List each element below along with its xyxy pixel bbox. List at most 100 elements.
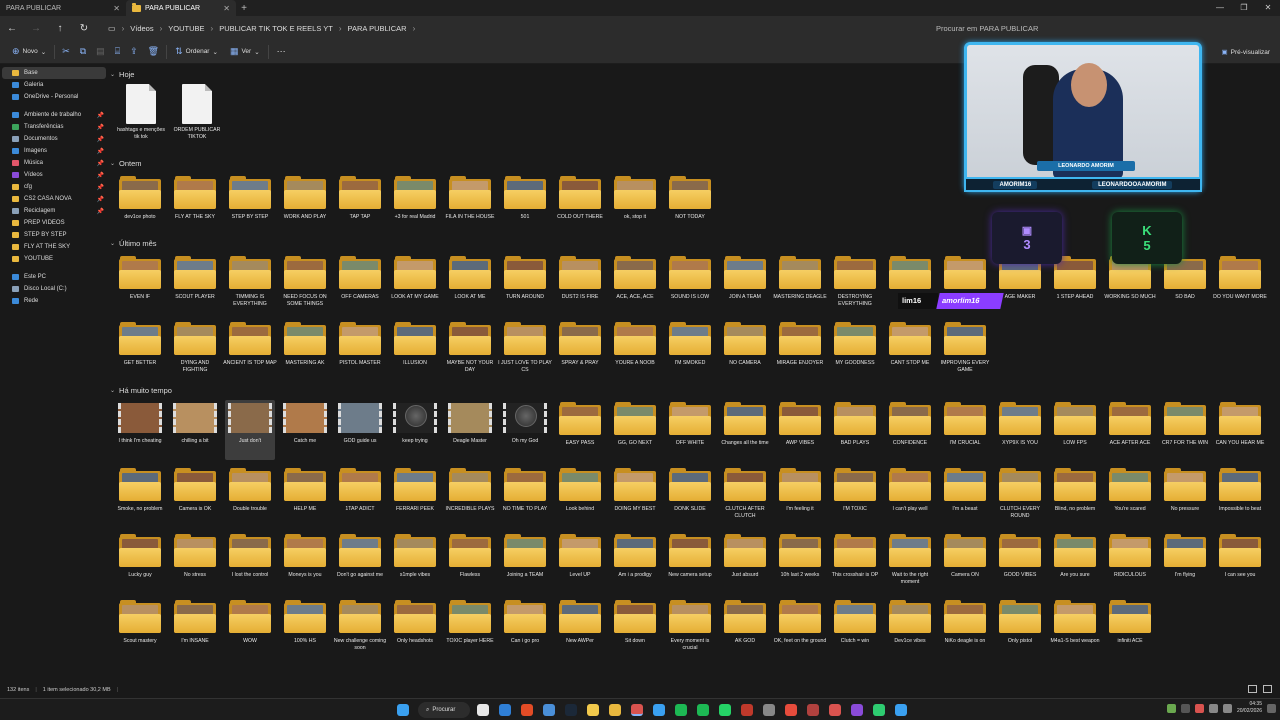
folder-item[interactable]: ok, stop it <box>610 174 660 234</box>
folder-item[interactable]: TURN AROUND <box>500 254 550 314</box>
folder-item[interactable]: Scout mastery <box>115 598 165 658</box>
folder-item[interactable]: Clutch = win <box>830 598 880 658</box>
breadcrumb-item[interactable]: Vídeos <box>130 24 153 33</box>
folder-item[interactable]: Moneys is you <box>280 532 330 592</box>
folder-item[interactable]: LOOK AT MY GAME <box>390 254 440 314</box>
video-file[interactable]: Catch me <box>280 400 330 460</box>
folder-item[interactable]: SCOUT PLAYER <box>170 254 220 314</box>
start-icon[interactable] <box>397 704 409 716</box>
folder-item[interactable]: WOW <box>225 598 275 658</box>
folder-item[interactable]: Camera ON <box>940 532 990 592</box>
folder-item[interactable]: I'm flying <box>1160 532 1210 592</box>
taskbar-app-icon[interactable] <box>521 704 533 716</box>
folder-item[interactable]: I lost the control <box>225 532 275 592</box>
maximize-icon[interactable]: ❐ <box>1232 0 1256 16</box>
folder-item[interactable]: XYP9X IS YOU <box>995 400 1045 460</box>
folder-item[interactable]: Changes all the time <box>720 400 770 460</box>
folder-item[interactable]: No stress <box>170 532 220 592</box>
folder-item[interactable]: AK GOD <box>720 598 770 658</box>
share-button[interactable]: ⇪ <box>125 40 143 64</box>
pin-icon[interactable]: 📌 <box>97 196 104 203</box>
folder-item[interactable]: DESTROYING EVERYTHING <box>830 254 880 314</box>
monitor-icon[interactable]: ▭ <box>108 24 116 33</box>
volume-icon[interactable] <box>1222 703 1232 713</box>
folder-item[interactable]: WORK AND PLAY <box>280 174 330 234</box>
folder-item[interactable]: NEED FOCUS ON SOME THINGS <box>280 254 330 314</box>
folder-item[interactable]: LOOK AT ME <box>445 254 495 314</box>
sidebar-item[interactable]: Imagens 📌 <box>0 145 108 157</box>
folder-item[interactable]: Smoke, no problem <box>115 466 165 526</box>
video-file[interactable]: Oh my God <box>500 400 550 460</box>
folder-item[interactable]: TIMMING IS EVERYTHING <box>225 254 275 314</box>
up-icon[interactable]: ↑ <box>48 23 72 34</box>
tray-app-icon[interactable] <box>1194 703 1204 713</box>
tray-app-icon[interactable] <box>1166 703 1176 713</box>
folder-item[interactable]: ACE, ACE, ACE <box>610 254 660 314</box>
folder-item[interactable]: CANT STOP ME <box>885 320 935 380</box>
taskbar-app-icon[interactable] <box>653 704 665 716</box>
pin-icon[interactable]: 📌 <box>97 112 104 119</box>
video-file[interactable]: Deagle Master <box>445 400 495 460</box>
folder-item[interactable]: INCREDIBLE PLAYS <box>445 466 495 526</box>
clock[interactable]: 04:35 20/02/2026 <box>1237 701 1262 715</box>
folder-item[interactable]: MIRAGE ENJOYER <box>775 320 825 380</box>
copy-button[interactable]: ⧉ <box>75 40 91 64</box>
tray-app-icon[interactable] <box>1180 703 1190 713</box>
refresh-icon[interactable]: ↻ <box>72 23 96 34</box>
breadcrumb-item[interactable]: PARA PUBLICAR <box>348 24 407 33</box>
taskbar-app-icon[interactable] <box>587 704 599 716</box>
folder-item[interactable]: +3 for real Madrid <box>390 174 440 234</box>
folder-item[interactable]: I'm a beast <box>940 466 990 526</box>
pin-icon[interactable]: 📌 <box>97 208 104 215</box>
pin-icon[interactable]: 📌 <box>97 136 104 143</box>
folder-item[interactable]: NO CAMERA <box>720 320 770 380</box>
folder-item[interactable]: OFF CAMERAS <box>335 254 385 314</box>
search-input[interactable]: Procurar em PARA PUBLICAR <box>928 19 1274 37</box>
icons-view-icon[interactable] <box>1263 685 1272 693</box>
sidebar-item[interactable]: Este PC <box>0 271 108 283</box>
sidebar-item[interactable]: FLY AT THE SKY <box>0 241 108 253</box>
document-file[interactable]: ORDEM PUBLICAR TIKTOK <box>172 84 222 144</box>
sidebar-item[interactable]: Música 📌 <box>0 157 108 169</box>
taskbar-app-icon[interactable] <box>719 704 731 716</box>
folder-item[interactable]: MAYBE NOT YOUR DAY <box>445 320 495 380</box>
taskbar-app-icon[interactable] <box>807 704 819 716</box>
pin-icon[interactable]: 📌 <box>97 184 104 191</box>
taskbar-app-icon[interactable] <box>697 704 709 716</box>
taskbar-app-icon[interactable] <box>873 704 885 716</box>
sidebar-item[interactable]: OneDrive - Personal <box>0 91 108 103</box>
folder-item[interactable]: Camera is OK <box>170 466 220 526</box>
folder-item[interactable]: I'm feeling it <box>775 466 825 526</box>
video-file[interactable]: Just don't <box>225 400 275 460</box>
sidebar-item[interactable]: Base <box>2 67 106 79</box>
taskbar-app-icon[interactable] <box>631 704 643 716</box>
folder-item[interactable]: Sit down <box>610 598 660 658</box>
back-icon[interactable]: ← <box>0 23 24 34</box>
folder-item[interactable]: 501 <box>500 174 550 234</box>
breadcrumb-item[interactable]: YOUTUBE <box>168 24 204 33</box>
delete-button[interactable]: 🗑 <box>143 40 164 64</box>
document-file[interactable]: hashtags e menções tik tok <box>116 84 166 144</box>
folder-item[interactable]: New AWPer <box>555 598 605 658</box>
folder-item[interactable]: GET BETTER <box>115 320 165 380</box>
taskbar-app-icon[interactable] <box>785 704 797 716</box>
folder-item[interactable]: CLUTCH AFTER CLUTCH <box>720 466 770 526</box>
folder-item[interactable]: PISTOL MASTER <box>335 320 385 380</box>
taskbar-app-icon[interactable] <box>543 704 555 716</box>
folder-item[interactable]: I'M CRUCIAL <box>940 400 990 460</box>
folder-item[interactable]: Blind, no problem <box>1050 466 1100 526</box>
folder-item[interactable]: AWP VIBES <box>775 400 825 460</box>
pin-icon[interactable]: 📌 <box>97 172 104 179</box>
folder-item[interactable]: COLD OUT THERE <box>555 174 605 234</box>
folder-item[interactable]: JOIN A TEAM <box>720 254 770 314</box>
group-header[interactable]: ⌄ Hoje <box>110 68 134 80</box>
wifi-icon[interactable] <box>1208 703 1218 713</box>
tab-1[interactable]: PARA PUBLICAR ✕ <box>0 0 126 16</box>
more-button[interactable]: ⋯ <box>271 40 292 64</box>
video-file[interactable]: chilling a bit <box>170 400 220 460</box>
sidebar-item[interactable]: STEP BY STEP <box>0 229 108 241</box>
folder-item[interactable]: EVEN IF <box>115 254 165 314</box>
folder-item[interactable]: IMPROVING EVERY GAME <box>940 320 990 380</box>
folder-item[interactable]: Joining a TEAM <box>500 532 550 592</box>
folder-item[interactable]: Am i a prodigy <box>610 532 660 592</box>
